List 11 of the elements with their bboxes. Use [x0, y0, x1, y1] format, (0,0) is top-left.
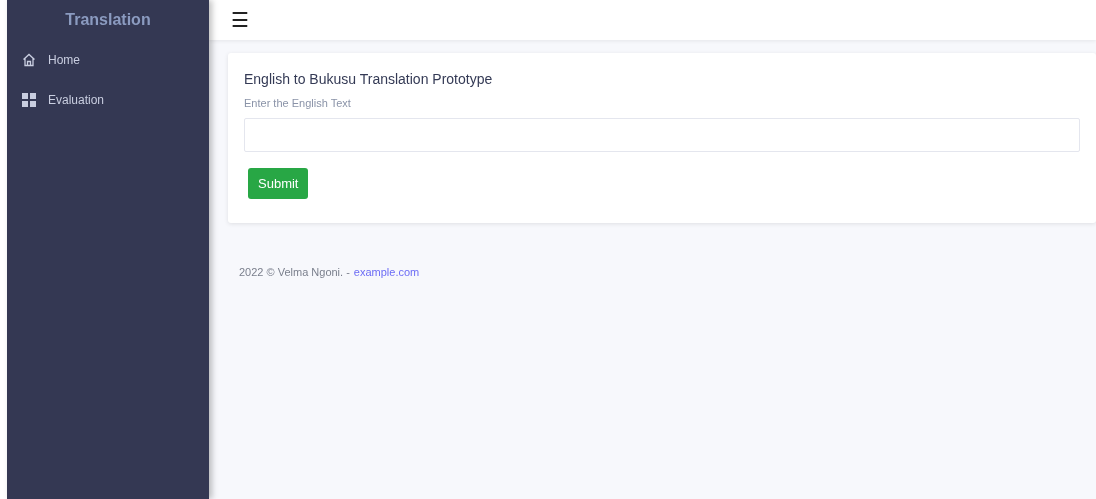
input-field[interactable] — [244, 118, 1080, 152]
app-title: Translation — [64, 10, 152, 30]
footer-link[interactable]: example.com — [353, 266, 420, 278]
nav-link[interactable]: Evaluation — [7, 80, 209, 120]
copyright-text: 2022 © Velma Ngoni. - — [239, 266, 350, 278]
field-label: Enter the English Text — [244, 97, 351, 109]
home-icon — [22, 53, 36, 67]
nav-link[interactable]: Home — [7, 40, 209, 80]
menu-button[interactable]: ☰ — [231, 10, 249, 30]
grid-icon — [22, 93, 36, 107]
card-title: English to Bukusu Translation Prototype — [244, 71, 493, 87]
